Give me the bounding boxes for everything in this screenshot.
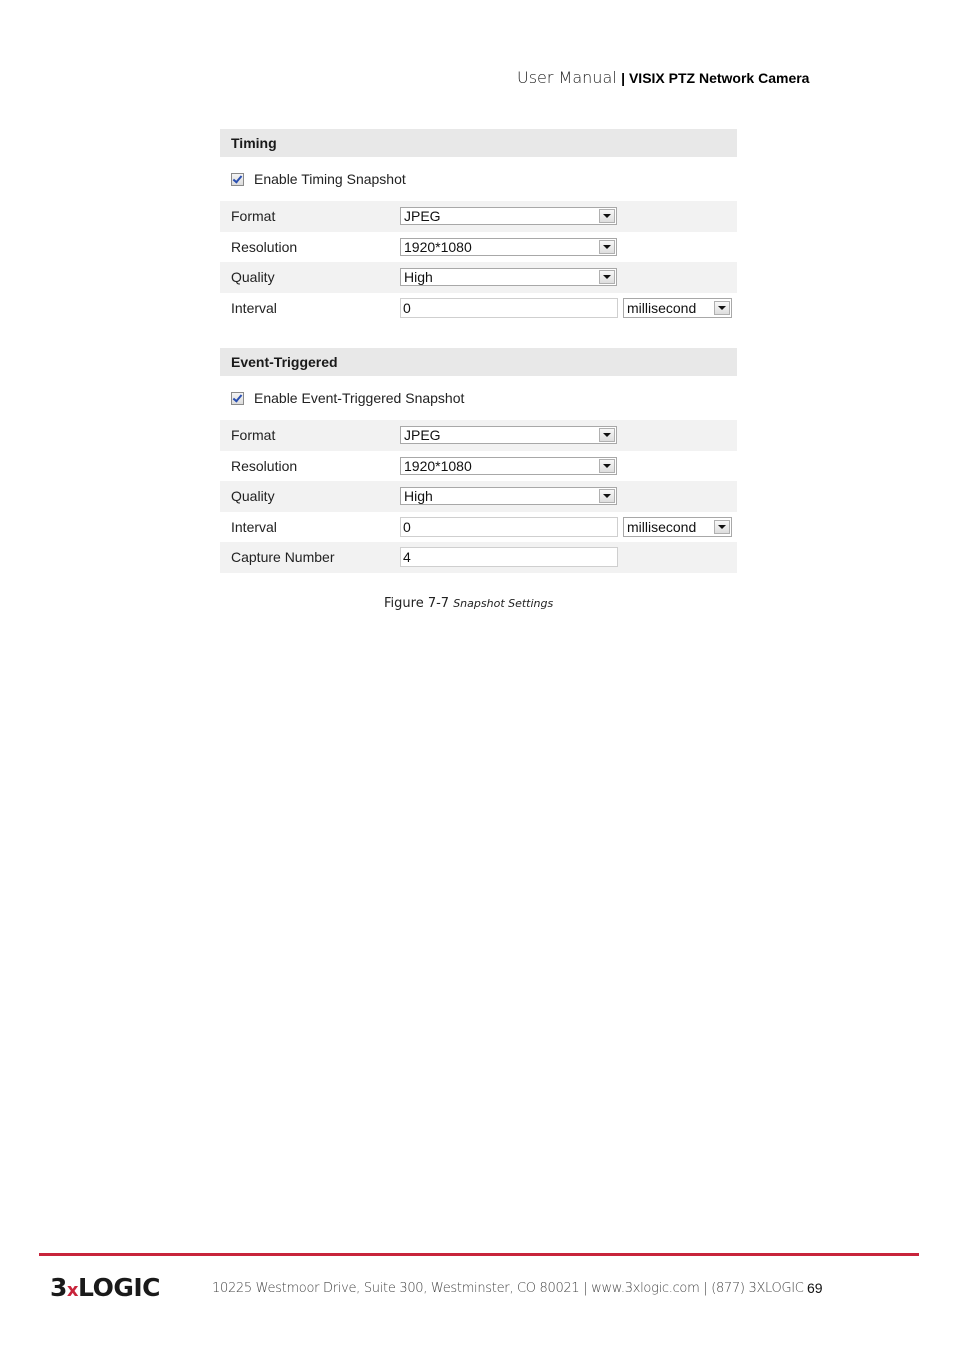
figure-caption: Figure 7-7 Snapshot Settings [384,596,553,611]
event-section-title: Event-Triggered [220,348,737,376]
event-quality-row: Quality High [220,481,737,512]
timing-resolution-label: Resolution [231,238,298,255]
timing-panel: Timing Enable Timing Snapshot Format JPE… [220,129,737,323]
chevron-down-icon[interactable] [599,489,615,504]
timing-resolution-value: 1920*1080 [404,238,472,255]
event-interval-row: Interval 0 millisecond [220,512,737,543]
timing-enable-row: Enable Timing Snapshot [220,157,737,201]
event-format-label: Format [231,427,276,444]
chevron-down-icon[interactable] [714,519,730,534]
timing-interval-unit-select[interactable]: millisecond [623,297,732,318]
event-interval-unit-value: millisecond [627,518,697,535]
header-title: User Manual [517,68,617,87]
timing-enable-checkbox[interactable] [231,172,244,186]
timing-resolution-row: Resolution 1920*1080 [220,232,737,263]
chevron-down-icon[interactable] [599,239,615,254]
event-format-value: JPEG [404,427,441,444]
event-format-select[interactable]: JPEG [400,426,617,445]
logo-x: x [66,1280,79,1301]
chevron-down-icon[interactable] [714,300,730,315]
event-capture-number-row: Capture Number 4 [220,542,737,573]
event-capture-number-input[interactable]: 4 [400,547,618,568]
event-resolution-value: 1920*1080 [404,457,472,474]
event-interval-label: Interval [231,518,277,535]
timing-format-select[interactable]: JPEG [400,207,617,226]
logo-logic: LOGIC [78,1273,160,1302]
event-resolution-label: Resolution [231,457,298,474]
event-interval-unit-select[interactable]: millisecond [623,516,732,537]
page-number: 69 [807,1280,823,1296]
header-product: | VISIX PTZ Network Camera [621,70,810,86]
timing-interval-input[interactable]: 0 [400,297,618,318]
event-quality-select[interactable]: High [400,487,617,506]
timing-resolution-select[interactable]: 1920*1080 [400,237,617,256]
event-quality-value: High [404,488,433,505]
chevron-down-icon[interactable] [599,428,615,443]
chevron-down-icon[interactable] [599,209,615,224]
event-quality-label: Quality [231,488,275,505]
event-resolution-row: Resolution 1920*1080 [220,451,737,482]
timing-enable-label: Enable Timing Snapshot [254,171,406,187]
event-enable-checkbox[interactable] [231,391,244,405]
event-panel: Event-Triggered Enable Event-Triggered S… [220,348,737,573]
timing-quality-value: High [404,269,433,286]
chevron-down-icon[interactable] [599,270,615,285]
event-interval-input[interactable]: 0 [400,516,618,537]
timing-format-value: JPEG [404,208,441,225]
timing-format-label: Format [231,208,276,225]
timing-interval-label: Interval [231,299,277,316]
timing-section-title: Timing [220,129,737,157]
event-capture-number-label: Capture Number [231,549,335,566]
timing-quality-label: Quality [231,269,275,286]
figure-caption-prefix: Figure 7-7 [384,596,450,611]
timing-interval-unit-value: millisecond [627,299,697,316]
brand-logo: 3xLOGIC [50,1273,160,1302]
footer-address: 10225 Westmoor Drive, Suite 300, Westmin… [212,1281,804,1296]
timing-quality-row: Quality High [220,262,737,293]
timing-format-row: Format JPEG [220,201,737,232]
event-enable-row: Enable Event-Triggered Snapshot [220,376,737,420]
chevron-down-icon[interactable] [599,458,615,473]
figure-caption-title: Snapshot Settings [453,597,554,610]
event-resolution-select[interactable]: 1920*1080 [400,456,617,475]
footer-divider [39,1253,919,1256]
event-enable-label: Enable Event-Triggered Snapshot [254,390,465,406]
event-format-row: Format JPEG [220,420,737,451]
page-header: User Manual | VISIX PTZ Network Camera [517,68,809,88]
logo-3: 3 [50,1273,67,1302]
timing-interval-row: Interval 0 millisecond [220,293,737,324]
timing-quality-select[interactable]: High [400,268,617,287]
